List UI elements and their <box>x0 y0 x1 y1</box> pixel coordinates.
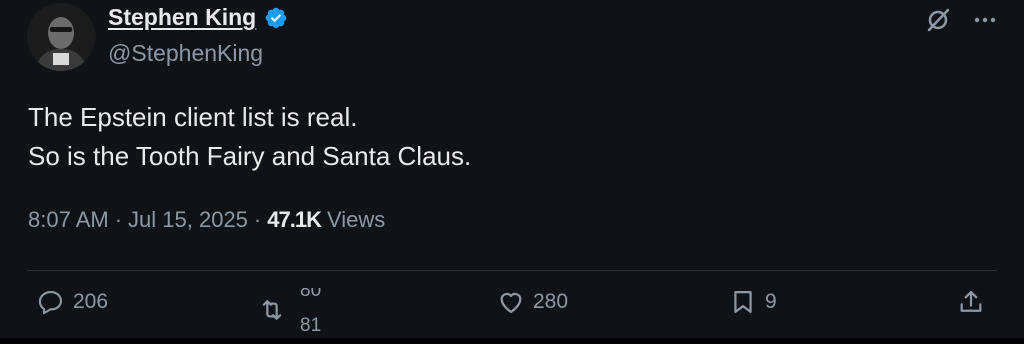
bookmark-button[interactable]: 9 <box>729 288 777 316</box>
meta-separator: · <box>114 207 123 232</box>
retweet-count-rolling: 80 81 <box>300 288 330 332</box>
author-handle[interactable]: @StephenKing <box>108 40 263 67</box>
retweet-count-top: 80 <box>300 288 322 301</box>
avatar-image <box>27 3 95 71</box>
views-count[interactable]: 47.1K <box>267 207 322 233</box>
tweet-meta: 8:07 AM · Jul 15, 2025 · 47.1K Views <box>28 207 385 233</box>
verified-badge-icon <box>265 7 287 28</box>
heart-icon <box>500 292 522 314</box>
tweet-date[interactable]: Jul 15, 2025 <box>128 207 248 233</box>
tweet-top-actions <box>924 6 998 34</box>
meta-separator: · <box>253 207 262 232</box>
bottom-edge <box>0 338 1024 344</box>
bookmark-icon <box>734 290 752 314</box>
retweet-icon <box>262 300 282 320</box>
grok-icon[interactable] <box>924 6 952 34</box>
tweet-card: Stephen King @StephenKing The Epstein cl… <box>0 0 1024 344</box>
author-name[interactable]: Stephen King <box>108 4 256 31</box>
retweet-count-bottom: 81 <box>300 315 322 332</box>
tweet-text-line-1: The Epstein client list is real. <box>28 102 358 132</box>
retweet-button[interactable]: 80 81 <box>258 288 330 332</box>
tweet-text-line-2: So is the Tooth Fairy and Santa Claus. <box>28 141 472 171</box>
author-name-row: Stephen King <box>108 4 288 31</box>
bookmark-count: 9 <box>765 290 777 313</box>
share-icon <box>960 290 982 312</box>
more-icon[interactable] <box>972 7 998 33</box>
tweet-text: The Epstein client list is real. So is t… <box>28 98 471 176</box>
tweet-time[interactable]: 8:07 AM <box>28 207 109 233</box>
reply-button[interactable]: 206 <box>37 288 108 316</box>
avatar[interactable] <box>27 3 95 71</box>
like-count: 280 <box>533 290 569 313</box>
views-label: Views <box>326 207 386 232</box>
like-button[interactable]: 280 <box>497 288 568 316</box>
divider <box>27 270 997 271</box>
reply-icon <box>38 291 62 315</box>
reply-count: 206 <box>73 290 109 313</box>
share-button[interactable] <box>957 288 985 316</box>
